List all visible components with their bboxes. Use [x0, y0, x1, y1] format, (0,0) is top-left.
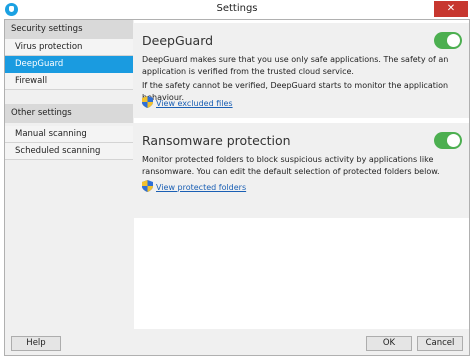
ransomware-toggle[interactable]: [434, 132, 462, 149]
deepguard-description: DeepGuard makes sure that you use only s…: [142, 55, 449, 76]
settings-content: DeepGuard DeepGuard makes sure that you …: [134, 20, 469, 329]
close-button[interactable]: ✕: [434, 1, 468, 17]
uac-shield-icon: [142, 180, 153, 192]
deepguard-section: DeepGuard DeepGuard makes sure that you …: [134, 23, 469, 118]
ransomware-title: Ransomware protection: [142, 133, 291, 148]
view-protected-folders-link[interactable]: View protected folders: [156, 183, 246, 192]
help-button[interactable]: Help: [11, 336, 61, 351]
sidebar-item-firewall[interactable]: Firewall: [5, 73, 133, 90]
sidebar-group-security-settings: Security settings: [5, 20, 133, 39]
window-title: Settings: [216, 3, 258, 14]
sidebar: Security settings Virus protection DeepG…: [5, 20, 133, 329]
toggle-knob: [447, 34, 460, 47]
excluded-files-link-row: View excluded files: [142, 96, 233, 108]
uac-shield-icon: [142, 96, 153, 108]
view-excluded-files-link[interactable]: View excluded files: [156, 99, 233, 108]
deepguard-toggle[interactable]: [434, 32, 462, 49]
sidebar-item-scheduled-scanning[interactable]: Scheduled scanning: [5, 143, 133, 160]
deepguard-title: DeepGuard: [142, 33, 214, 48]
ok-button[interactable]: OK: [366, 336, 412, 351]
dialog-footer: Help OK Cancel: [5, 329, 469, 355]
window-body: Security settings Virus protection DeepG…: [4, 19, 470, 356]
sidebar-group-other-settings: Other settings: [5, 104, 133, 123]
cancel-button[interactable]: Cancel: [417, 336, 463, 351]
title-bar: Settings ✕: [0, 0, 474, 19]
protected-folders-link-row: View protected folders: [142, 180, 246, 192]
sidebar-item-virus-protection[interactable]: Virus protection: [5, 39, 133, 56]
toggle-knob: [447, 134, 460, 147]
sidebar-item-deepguard[interactable]: DeepGuard: [5, 56, 133, 73]
sidebar-item-manual-scanning[interactable]: Manual scanning: [5, 126, 133, 143]
ransomware-description: Monitor protected folders to block suspi…: [142, 155, 440, 176]
ransomware-section: Ransomware protection Monitor protected …: [134, 123, 469, 218]
